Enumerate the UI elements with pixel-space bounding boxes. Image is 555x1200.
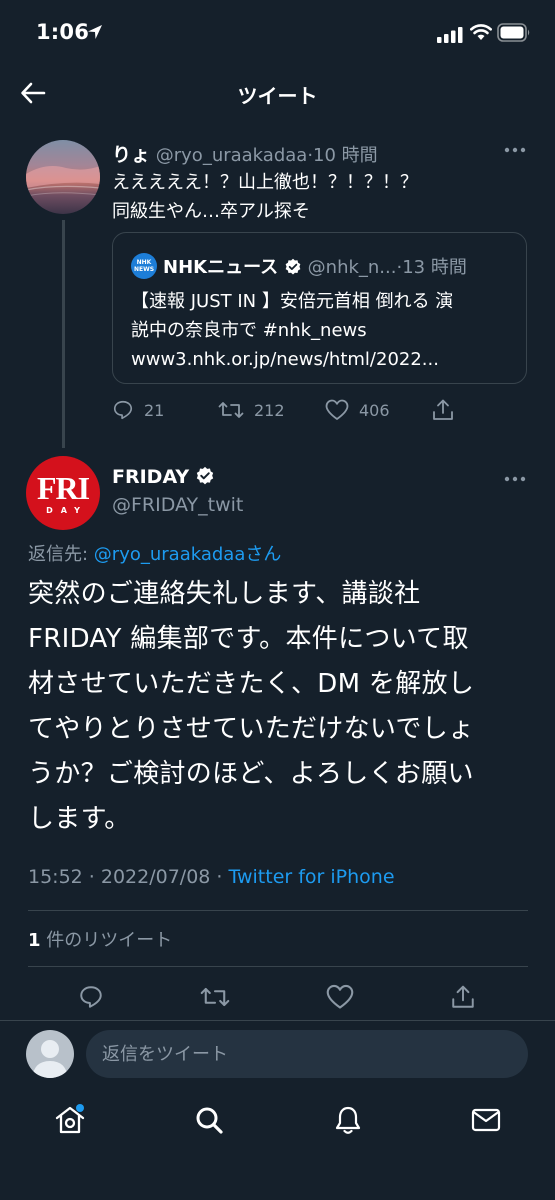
messages-envelope-icon[interactable]: [470, 1104, 502, 1136]
timestamp: 15:52 · 2022/07/08 ·: [28, 866, 229, 888]
avatar[interactable]: [26, 140, 100, 214]
author-name: NHKニュース: [163, 257, 279, 278]
page-title: ツイート: [237, 84, 318, 108]
notifications-bell-icon[interactable]: [332, 1104, 364, 1136]
heart-icon: [325, 399, 349, 420]
tweet-line: します。: [28, 804, 131, 834]
more-options-icon[interactable]: [504, 147, 526, 153]
avatar-logo-subtext: DAY: [46, 505, 88, 515]
share-icon[interactable]: [450, 984, 476, 1010]
author-name-row: FRIDAY: [112, 466, 215, 488]
reply-button[interactable]: 21: [112, 398, 164, 422]
avatar[interactable]: FRI DAY: [26, 456, 100, 530]
search-icon[interactable]: [193, 1104, 225, 1136]
tweet-line: てやりとりさせていただけないでしょ: [28, 714, 475, 744]
author-name[interactable]: りょ: [112, 144, 150, 166]
divider: [28, 910, 528, 911]
retweet-icon: [218, 402, 244, 418]
heart-icon[interactable]: [326, 984, 354, 1010]
tweet-time: 10 時間: [313, 145, 378, 166]
quoted-tweet[interactable]: NHK NEWS NHKニュース @nhk_n...·13 時間 【速報 JUS…: [112, 232, 527, 384]
reply-icon[interactable]: [78, 984, 104, 1010]
tweet-line: 説中の奈良市で #nhk_news: [131, 320, 367, 341]
tweet-line: FRIDAY 編集部です。本件について取: [28, 624, 469, 654]
reply-input[interactable]: [86, 1030, 528, 1078]
retweet-button[interactable]: 212: [218, 398, 285, 422]
home-icon[interactable]: [54, 1104, 86, 1136]
wifi-icon: [470, 24, 492, 40]
status-time: 1:06: [36, 20, 90, 44]
verified-badge-icon: [285, 258, 301, 275]
avatar-logo-text: FRI: [36, 469, 90, 506]
tweet-line: うか？ご検討のほど、よろしくお願い: [28, 759, 474, 789]
author-handle[interactable]: @ryo_uraakadaa: [156, 145, 308, 166]
author-handle[interactable]: @FRIDAY_twit: [112, 494, 243, 516]
location-arrow-icon: [88, 25, 102, 39]
tweet-meta: 15:52 · 2022/07/08 · Twitter for iPhone: [28, 866, 395, 888]
like-count: 406: [359, 400, 390, 420]
nhk-logo: NHK NEWS: [131, 253, 157, 279]
author-handle: @nhk_n...: [307, 257, 397, 278]
logo-text: NHK: [136, 259, 152, 266]
share-icon[interactable]: [431, 398, 455, 422]
retweet-count: 1: [28, 930, 41, 951]
tweet-time: 13 時間: [402, 257, 467, 278]
tweet-line: www3.nhk.or.jp/news/html/2022...: [131, 349, 439, 370]
tweet-text: えええええ！？山上徹也！？！？！？ 同級生やん…卒アル探そ: [112, 168, 418, 226]
quoted-tweet-text: 【速報 JUST IN 】安倍元首相 倒れる 演 説中の奈良市で #nhk_ne…: [131, 287, 521, 374]
tweet-header: りょ @ryo_uraakadaa·10 時間: [112, 140, 378, 167]
retweet-count-row[interactable]: 1 件のリツイート: [28, 926, 172, 952]
user-avatar[interactable]: [26, 1030, 74, 1078]
reply-icon: [113, 400, 133, 420]
tweet-line: 同級生やん…卒アル探そ: [112, 201, 310, 222]
quoted-tweet-header: NHKニュース @nhk_n...·13 時間: [163, 253, 467, 279]
replying-to-handle[interactable]: @ryo_uraakadaa: [94, 544, 246, 565]
author-name[interactable]: FRIDAY: [112, 466, 189, 488]
cellular-signal-icon: [437, 27, 463, 43]
reply-count: 21: [144, 400, 165, 420]
tweet-line: 材させていただきたく、DM を解放し: [28, 669, 475, 699]
more-options-icon[interactable]: [504, 476, 526, 482]
divider: [28, 966, 528, 967]
battery-icon: [497, 23, 530, 42]
tweet-line: えええええ！？山上徹也！？！？！？: [112, 172, 418, 193]
retweet-icon[interactable]: [200, 984, 230, 1010]
replying-to-label: 返信先:: [28, 544, 94, 565]
replying-to: 返信先: @ryo_uraakadaaさん: [28, 540, 281, 566]
retweet-count: 212: [254, 400, 285, 420]
logo-text: NEWS: [133, 266, 155, 273]
tweet-line: 【速報 JUST IN 】安倍元首相 倒れる 演: [131, 291, 454, 312]
like-button[interactable]: 406: [325, 398, 390, 422]
tweet-line: 突然のご連絡失礼します、講談社: [28, 579, 421, 609]
client-link[interactable]: Twitter for iPhone: [229, 866, 395, 888]
replying-to-suffix: さん: [245, 544, 282, 565]
tweet-text: 突然のご連絡失礼します、講談社 FRIDAY 編集部です。本件について取 材させ…: [28, 572, 533, 842]
verified-badge-icon: [196, 466, 214, 485]
thread-connector: [62, 220, 65, 448]
retweet-count-label: 件のリツイート: [40, 930, 173, 951]
